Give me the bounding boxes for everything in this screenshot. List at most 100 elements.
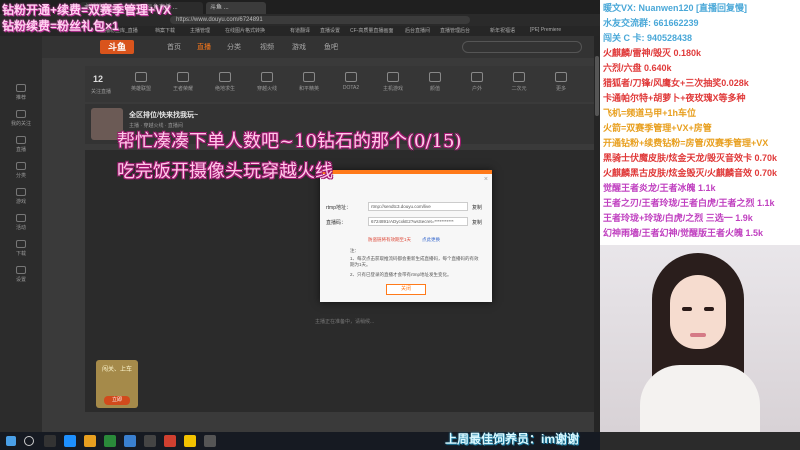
overlay-line: 钻粉开通+续费=双赛季管理+VX <box>2 3 172 17</box>
left-sidebar: 推荐 我的关注 直播 分类 游戏 活动 下载 设置 <box>0 36 42 432</box>
category-icon <box>303 72 315 82</box>
url-input[interactable]: https://www.douyu.com/6724891 <box>170 16 470 24</box>
price-info-panel: 暖文VX: Nuanwen120 [直播回复慢] 水友交流群: 661662239… <box>600 0 800 245</box>
app-icon[interactable] <box>164 435 176 447</box>
category-item[interactable]: 王者荣耀 <box>167 72 199 92</box>
category-icon <box>471 72 483 82</box>
price-line: 六烈/六盘 0.640k <box>603 63 672 73</box>
price-line: 闯关 C 卡: 940528438 <box>603 33 693 43</box>
category-item[interactable]: 穿越火线 <box>251 72 283 92</box>
category-icon <box>135 72 147 82</box>
category-icon <box>219 72 231 82</box>
sidebar-item[interactable]: 游戏 <box>8 186 34 208</box>
rtmp-field[interactable]: rtmp://sendtc3.douyu.com/live <box>368 202 468 211</box>
browser-tab-active[interactable]: 斗鱼 ... <box>206 2 266 14</box>
copy-rtmp-button[interactable]: 复制 <box>472 204 482 211</box>
close-icon[interactable]: × <box>484 176 488 183</box>
search-icon[interactable] <box>24 436 34 446</box>
folder-icon[interactable] <box>84 435 96 447</box>
price-line: 卡通帕尔特+胡萝卜+夜玫瑰X等多种 <box>603 93 746 103</box>
site-logo[interactable]: 斗鱼 <box>100 40 134 54</box>
push-stream-dialog: × rtmp地址： rtmp://sendtc3.douyu.com/live … <box>320 170 492 302</box>
top-nav: 斗鱼 首页 直播 分类 视频 游戏 鱼吧 <box>42 36 600 58</box>
promo-card-button[interactable]: 立即 <box>104 396 130 405</box>
category-item[interactable]: 颜值 <box>419 72 451 92</box>
category-icon <box>555 72 567 82</box>
category-icon <box>429 72 441 82</box>
gamepad-icon <box>16 188 26 196</box>
sidebar-item[interactable]: 我的关注 <box>8 108 34 130</box>
category-icon <box>345 72 357 82</box>
category-item[interactable]: 户外 <box>461 72 493 92</box>
gear-icon <box>16 266 26 274</box>
bottom-overlay: 上周最佳饲养员：im谢谢 <box>445 432 580 446</box>
bookmark[interactable]: 主播管理 <box>190 27 210 34</box>
sidebar-item[interactable]: 直播 <box>8 134 34 156</box>
stream-key-label: 直播码： <box>326 220 347 226</box>
nav-item[interactable]: 首页 <box>167 42 181 52</box>
nav-item[interactable]: 分类 <box>227 42 241 52</box>
category-item[interactable]: 主机游戏 <box>377 72 409 92</box>
overlay-line: 钻粉续费=粉丝礼包×1 <box>2 19 119 33</box>
obs-icon[interactable] <box>144 435 156 447</box>
nav-item-active[interactable]: 直播 <box>197 42 211 52</box>
promo-card-title: 闯关、上车 <box>101 367 132 373</box>
rtmp-label: rtmp地址： <box>326 205 352 211</box>
price-line: 王者玲珑+玲珑/白虎/之烈 三选一 1.9k <box>603 213 753 223</box>
stream-status-text: 主播正在准备中，请稍候... <box>315 319 375 325</box>
note-line: 2、只有已登录的直播才会带有rtmp地址发生变化。 <box>350 272 452 277</box>
download-icon <box>16 240 26 248</box>
scrollbar-thumb[interactable] <box>595 56 599 116</box>
app-icon[interactable] <box>184 435 196 447</box>
sidebar-item[interactable]: 分类 <box>8 160 34 182</box>
webcam-person-eye <box>682 307 692 311</box>
promo-card[interactable]: 闯关、上车 立即 <box>96 360 138 408</box>
category-item[interactable]: 和平精英 <box>293 72 325 92</box>
bookmark[interactable]: 在线图片格式转换 <box>225 27 265 34</box>
announcement-line: 帮忙凑凑下单人数吧~10钻石的那个(0/15) <box>117 131 462 152</box>
price-line: 暖文VX: Nuanwen120 [直播回复慢] <box>603 3 748 13</box>
category-item[interactable]: DOTA2 <box>335 72 367 91</box>
price-line: 开通钻粉+续费钻粉=房管/双赛季管理+VX <box>603 138 769 148</box>
sidebar-item[interactable]: 活动 <box>8 212 34 234</box>
bookmark[interactable]: 新年祝福语 <box>490 27 515 34</box>
app-icon[interactable] <box>124 435 136 447</box>
grid-icon <box>16 162 26 170</box>
price-line: 觉醒王者炎龙/王者冰魄 1.1k <box>603 183 716 193</box>
category-item[interactable]: 绝地求生 <box>209 72 241 92</box>
category-item[interactable]: 二次元 <box>503 72 535 92</box>
price-line: 幻神雨墙/王者幻神/觉醒版王者火魄 1.5k <box>603 228 764 238</box>
bookmark[interactable]: 有道翻译 <box>290 27 310 34</box>
nav-item[interactable]: 游戏 <box>292 42 306 52</box>
category-item[interactable]: 更多 <box>545 72 577 92</box>
sidebar-item[interactable]: 设置 <box>8 264 34 286</box>
copy-key-button[interactable]: 复制 <box>472 219 482 226</box>
nav-item[interactable]: 视频 <box>260 42 274 52</box>
price-line: 水友交流群: 661662239 <box>603 18 699 28</box>
price-line: 火箭=双赛季管理+VX+房管 <box>603 123 712 133</box>
announcement-line: 吃完饭开摄像头玩穿越火线 <box>117 161 333 182</box>
category-icon <box>261 72 273 82</box>
nav-item[interactable]: 鱼吧 <box>324 42 338 52</box>
bookmark[interactable]: 后台直播间 <box>405 27 430 34</box>
stream-key-field[interactable]: 6724891rADycxkE2?wsSecret=*********** <box>368 217 468 226</box>
gift-icon <box>16 214 26 222</box>
wechat-icon[interactable] <box>104 435 116 447</box>
search-input[interactable] <box>462 41 582 53</box>
category-item[interactable]: 英雄联盟 <box>125 72 157 92</box>
change-key-link[interactable]: 点此更换 <box>422 237 440 243</box>
edge-icon[interactable] <box>64 435 76 447</box>
windows-start-icon[interactable] <box>6 436 16 446</box>
price-line: 火麒麟黑古皮肤/炫金毁灭/火麒麟音效 0.70k <box>603 168 778 178</box>
webcam-person-eye <box>704 307 714 311</box>
bookmark[interactable]: [PE] Premiere <box>530 27 561 33</box>
bookmark[interactable]: CF-高质量直播画面 <box>350 27 393 34</box>
close-button[interactable]: 关闭 <box>386 284 426 295</box>
bookmark[interactable]: 直播管理后台 <box>440 27 470 34</box>
sidebar-item[interactable]: 下载 <box>8 238 34 260</box>
task-view-icon[interactable] <box>44 435 56 447</box>
bookmark[interactable]: 直播设置 <box>320 27 340 34</box>
webcam-person-body <box>640 365 760 432</box>
app-icon[interactable] <box>204 435 216 447</box>
sidebar-item[interactable]: 推荐 <box>8 82 34 104</box>
